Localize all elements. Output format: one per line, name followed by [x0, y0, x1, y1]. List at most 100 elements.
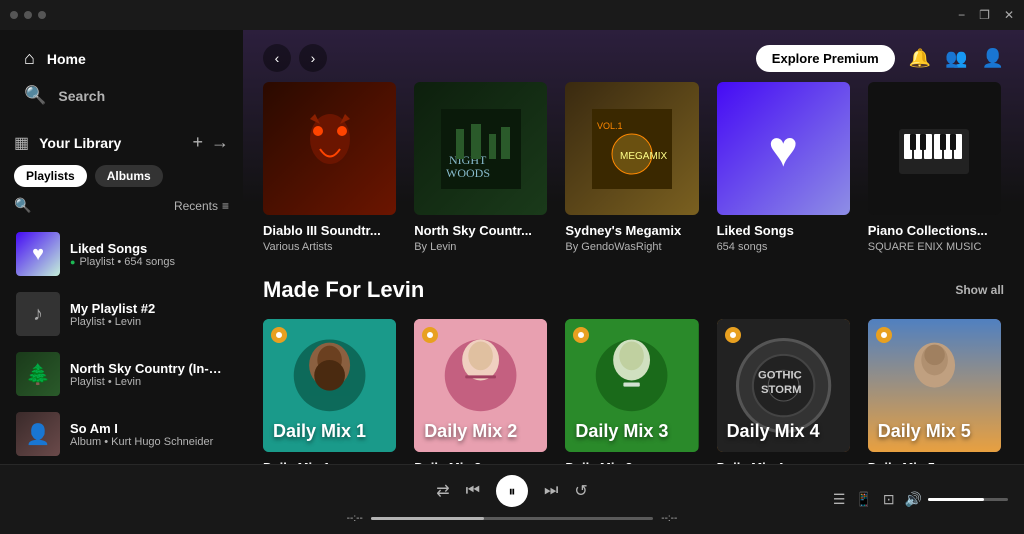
top-card-diablo[interactable]: Diablo III Soundtr... Various Artists — [263, 82, 396, 253]
svg-text:VOL.1: VOL.1 — [597, 121, 623, 131]
filter-playlists[interactable]: Playlists — [14, 165, 87, 187]
green-dot-icon: ● — [70, 257, 75, 267]
mini-player-button[interactable]: ⊡ — [883, 491, 895, 508]
devices-button[interactable]: 📱 — [855, 491, 872, 508]
top-card-subtitle: SQUARE ENIX MUSIC — [868, 241, 1001, 253]
sidebar-item-label: Search — [58, 88, 105, 104]
piano-artwork — [868, 82, 1001, 215]
titlebar-dot — [10, 11, 18, 19]
playlist-meta: Playlist • Levin — [70, 316, 227, 328]
playlist-info: So Am I Album • Kurt Hugo Schneider — [70, 421, 227, 448]
top-card-subtitle: Various Artists — [263, 241, 396, 253]
playlist-meta: ● Playlist • 654 songs — [70, 256, 227, 268]
progress-track[interactable] — [371, 517, 653, 520]
list-item[interactable]: 👤 So Am I Album • Kurt Hugo Schneider — [8, 404, 235, 464]
volume-icon[interactable]: 🔊 — [905, 491, 922, 508]
library-title: Your Library — [39, 135, 121, 151]
svg-text:WOODS: WOODS — [446, 166, 490, 180]
player-bar: ⇄ ⏮ ⏸ ⏭ ↺ --:-- --:-- ☰ 📱 ⊡ 🔊 — [0, 464, 1024, 534]
top-card-subtitle: 654 songs — [717, 241, 850, 253]
top-card-subtitle: By GendoWasRight — [565, 241, 698, 253]
explore-premium-button[interactable]: Explore Premium — [756, 45, 895, 72]
sidebar-item-home[interactable]: ⌂ Home — [14, 40, 229, 77]
northsky-artwork: NIGHT WOODS — [414, 82, 547, 215]
player-controls: ⇄ ⏮ ⏸ ⏭ ↺ — [436, 475, 588, 507]
dm4-label: Daily Mix 4 — [727, 421, 820, 442]
expand-library-button[interactable]: → — [211, 132, 229, 153]
player-center: ⇄ ⏮ ⏸ ⏭ ↺ --:-- --:-- — [347, 475, 678, 524]
filter-albums[interactable]: Albums — [95, 165, 163, 187]
play-pause-button[interactable]: ⏸ — [496, 475, 528, 507]
profile-icon[interactable]: 👤 — [982, 48, 1004, 69]
titlebar-dot — [38, 11, 46, 19]
made-for-section-header: Made For Levin Show all — [263, 277, 1004, 303]
recents-label[interactable]: Recents ≡ — [174, 199, 229, 213]
maximize-button[interactable]: ❐ — [979, 8, 990, 22]
content-scroll[interactable]: Diablo III Soundtr... Various Artists NI… — [243, 82, 1024, 464]
list-item[interactable]: ♥ Liked Songs ● Playlist • 654 songs — [8, 224, 235, 284]
titlebar-dots — [10, 11, 46, 19]
add-library-button[interactable]: + — [192, 132, 203, 153]
library-actions: + → — [192, 132, 229, 153]
titlebar: − ❐ ✕ — [0, 0, 1024, 30]
friends-icon[interactable]: 👥 — [945, 48, 967, 69]
playlist-name: Liked Songs — [70, 241, 227, 256]
titlebar-controls: − ❐ ✕ — [958, 8, 1014, 22]
minimize-button[interactable]: − — [958, 8, 965, 22]
diablo-artwork — [263, 82, 396, 215]
daily-mix-card-5[interactable]: Daily Mix 5 Daily Mix 5 Darren Korb, Chr… — [868, 319, 1001, 464]
svg-text:MEGAMIX: MEGAMIX — [620, 151, 668, 162]
top-card-piano[interactable]: Piano Collections... SQUARE ENIX MUSIC — [868, 82, 1001, 253]
header-right: Explore Premium 🔔 👥 👤 — [756, 45, 1004, 72]
top-card-northsky[interactable]: NIGHT WOODS North Sky Countr... By Levin — [414, 82, 547, 253]
dm1-artwork: Daily Mix 1 — [263, 319, 396, 452]
repeat-button[interactable]: ↺ — [574, 481, 587, 501]
playlist-info: My Playlist #2 Playlist • Levin — [70, 301, 227, 328]
library-icon: ▦ — [14, 133, 29, 153]
dm4-artwork: GOTHIC STORM Daily Mix 4 — [717, 319, 850, 452]
daily-mix-card-4[interactable]: GOTHIC STORM Daily Mix 4 Daily Mix 4 Got… — [717, 319, 850, 464]
heart-icon: ♥ — [768, 120, 798, 178]
list-item[interactable]: ♪ My Playlist #2 Playlist • Levin — [8, 284, 235, 344]
shuffle-button[interactable]: ⇄ — [436, 481, 449, 501]
main-layout: ⌂ Home 🔍 Search ▦ Your Library + → Playl… — [0, 30, 1024, 464]
bell-icon[interactable]: 🔔 — [909, 48, 931, 69]
nav-arrows: ‹ › — [263, 44, 327, 72]
playlist-thumb: 🌲 — [16, 352, 60, 396]
content-header: ‹ › Explore Premium 🔔 👥 👤 — [243, 30, 1024, 82]
queue-button[interactable]: ☰ — [833, 491, 846, 508]
top-card-sydney[interactable]: VOL.1 MEGAMIX Sydney's Megamix By GendoW… — [565, 82, 698, 253]
library-header: ▦ Your Library + → — [0, 124, 243, 159]
close-button[interactable]: ✕ — [1004, 8, 1014, 22]
daily-mix-card-1[interactable]: Daily Mix 1 Daily Mix 1 Josh Whelchel, K… — [263, 319, 396, 464]
next-button[interactable]: ⏭ — [544, 482, 558, 500]
top-card-title: Diablo III Soundtr... — [263, 223, 396, 238]
playlist-name: North Sky Country (In-Game) — [70, 361, 227, 376]
svg-text:GOTHIC: GOTHIC — [758, 370, 802, 382]
forward-button[interactable]: › — [299, 44, 327, 72]
dm-badge — [725, 327, 741, 343]
section-title: Made For Levin — [263, 277, 424, 303]
dm3-label: Daily Mix 3 — [575, 421, 668, 442]
content-area: ‹ › Explore Premium 🔔 👥 👤 — [243, 30, 1024, 464]
music-note-icon: ♪ — [33, 303, 43, 326]
top-card-title: Sydney's Megamix — [565, 223, 698, 238]
daily-mix-card-3[interactable]: Daily Mix 3 Daily Mix 3 Darren Ang, Mich… — [565, 319, 698, 464]
show-all-button[interactable]: Show all — [955, 283, 1004, 297]
sidebar-item-search[interactable]: 🔍 Search — [14, 77, 229, 114]
sidebar-nav: ⌂ Home 🔍 Search — [0, 30, 243, 124]
progress-bar-wrap: --:-- --:-- — [347, 513, 678, 524]
search-library-icon[interactable]: 🔍 — [14, 197, 31, 214]
back-button[interactable]: ‹ — [263, 44, 291, 72]
daily-mix-card-2[interactable]: Daily Mix 2 Daily Mix 2 ROZEN, Nobuo Uem… — [414, 319, 547, 464]
top-card-liked[interactable]: ♥ Liked Songs 654 songs — [717, 82, 850, 253]
titlebar-dot — [24, 11, 32, 19]
playlist-info: North Sky Country (In-Game) Playlist • L… — [70, 361, 227, 388]
sydney-artwork: VOL.1 MEGAMIX — [565, 82, 698, 215]
svg-text:STORM: STORM — [761, 384, 801, 396]
list-item[interactable]: 🌲 North Sky Country (In-Game) Playlist •… — [8, 344, 235, 404]
dm1-label: Daily Mix 1 — [273, 421, 366, 442]
volume-track[interactable] — [928, 498, 1008, 501]
list-icon: ≡ — [222, 199, 229, 213]
previous-button[interactable]: ⏮ — [466, 482, 480, 500]
